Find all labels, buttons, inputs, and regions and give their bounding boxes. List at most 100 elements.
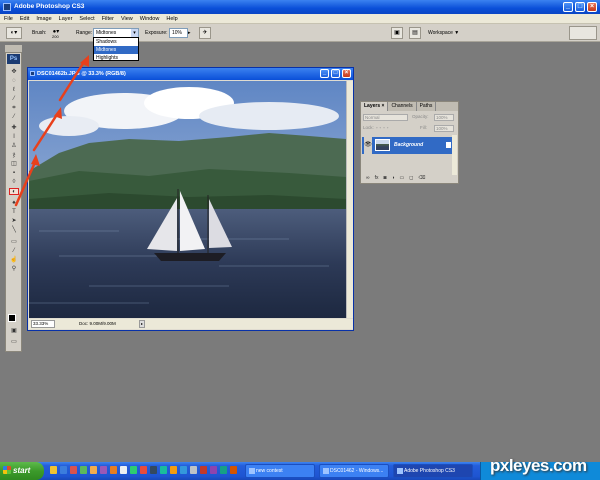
workspace-menu[interactable]: Workspace ▼ <box>428 24 459 42</box>
gradient-tool-icon[interactable]: ▪ <box>9 170 19 177</box>
tab-paths[interactable]: Paths <box>417 102 437 111</box>
quicklaunch-app-icon-3[interactable] <box>90 466 97 474</box>
menu-file[interactable]: File <box>4 14 13 23</box>
vertical-scrollbar[interactable] <box>346 81 353 318</box>
minimize-button[interactable]: _ <box>563 2 573 12</box>
blur-tool-icon[interactable]: ◊ <box>9 179 19 186</box>
quicklaunch-app-icon-17[interactable] <box>230 466 237 474</box>
foreground-color-swatch[interactable] <box>8 314 16 322</box>
dodge-tool-icon[interactable]: ◐▾ <box>6 27 22 39</box>
status-menu-arrow-icon[interactable]: ▸ <box>139 320 145 328</box>
marquee-tool-icon[interactable]: ◌ <box>9 78 19 85</box>
tab-channels[interactable]: Channels <box>388 102 417 111</box>
menu-help[interactable]: Help <box>166 14 177 23</box>
brush-tool-icon[interactable]: ǀ <box>9 134 19 141</box>
range-option-midtones[interactable]: Midtones <box>94 46 138 54</box>
screen-mode-icon[interactable]: ▭ <box>9 339 19 346</box>
quicklaunch-app-icon[interactable] <box>70 466 77 474</box>
close-button[interactable]: × <box>587 2 597 12</box>
quicklaunch-app-icon-12[interactable] <box>180 466 187 474</box>
quicklaunch-app-icon-14[interactable] <box>200 466 207 474</box>
quick-mask-icon[interactable]: ▣ <box>9 328 19 335</box>
layer-row-background[interactable]: 👁 Background <box>362 137 454 154</box>
doc-maximize-button[interactable]: □ <box>331 69 340 78</box>
quicklaunch-app-icon-6[interactable] <box>120 466 127 474</box>
path-selection-icon[interactable]: ➤ <box>9 218 19 225</box>
start-button[interactable]: start <box>0 462 44 480</box>
tab-layers[interactable]: Layers × <box>361 102 389 111</box>
quicklaunch-ie-icon[interactable] <box>60 466 67 474</box>
trash-icon[interactable]: ⌫ <box>418 174 425 183</box>
eraser-icon[interactable]: ◫ <box>9 161 19 168</box>
range-dropdown-list: Shadows Midtones Highlights <box>93 37 139 61</box>
type-tool-icon[interactable]: T <box>9 209 19 216</box>
zoom-field[interactable]: 33.33% <box>31 320 55 328</box>
document-title-bar[interactable]: DSC01462b.JPG @ 33.3% (RGB/8) _ □ × <box>28 68 353 80</box>
shape-tool-icon[interactable]: ╲ <box>9 227 19 234</box>
palette-well[interactable] <box>569 26 597 40</box>
quicklaunch-app-icon-15[interactable] <box>210 466 217 474</box>
hand-tool-icon[interactable]: ☝ <box>9 257 19 264</box>
task-windows-picture[interactable]: DSC01462 - Windows... <box>319 464 389 478</box>
lock-icons[interactable]: ▫▫▫▫ <box>376 125 390 130</box>
image-canvas[interactable] <box>29 81 346 318</box>
menu-window[interactable]: Window <box>140 14 160 23</box>
history-brush-icon[interactable]: ჯ <box>9 152 19 159</box>
magic-wand-icon[interactable]: ⁄ <box>9 96 19 103</box>
dodge-tool-button[interactable]: ◐ <box>9 188 19 195</box>
maximize-button[interactable]: □ <box>575 2 585 12</box>
doc-close-button[interactable]: × <box>342 69 351 78</box>
move-tool-icon[interactable]: ✥ <box>9 69 19 76</box>
workspace-icon[interactable]: ▤ <box>409 27 421 39</box>
tools-palette-header[interactable] <box>5 45 22 52</box>
notes-tool-icon[interactable]: ▭ <box>9 239 19 246</box>
quicklaunch-folder-icon[interactable] <box>50 466 57 474</box>
quicklaunch-app-icon-2[interactable] <box>80 466 87 474</box>
airbrush-icon[interactable]: ✈ <box>199 27 211 39</box>
eyedropper-icon[interactable]: ⁄ <box>9 248 19 255</box>
menu-filter[interactable]: Filter <box>102 14 114 23</box>
quicklaunch-app-icon-9[interactable] <box>150 466 157 474</box>
document-size: Doc: 9.00M/9.00M <box>79 321 116 326</box>
menu-edit[interactable]: Edit <box>20 14 29 23</box>
folder-icon[interactable]: ▭ <box>400 174 405 183</box>
link-icon[interactable]: ∞ <box>366 174 370 183</box>
quicklaunch-app-icon-8[interactable] <box>140 466 147 474</box>
eye-icon[interactable]: 👁 <box>364 137 372 154</box>
adjustment-icon[interactable]: ◑ <box>392 174 395 183</box>
quicklaunch-app-icon-13[interactable] <box>190 466 197 474</box>
menu-view[interactable]: View <box>121 14 133 23</box>
task-new-contest[interactable]: new contest <box>245 464 315 478</box>
pen-tool-icon[interactable]: ♠ <box>9 200 19 207</box>
fill-field[interactable]: 100% <box>434 125 454 132</box>
new-layer-icon[interactable]: ◻ <box>409 174 413 183</box>
exposure-field[interactable]: 10% <box>169 28 188 38</box>
quicklaunch-app-icon-10[interactable] <box>160 466 167 474</box>
mask-icon[interactable]: ◙ <box>383 174 386 183</box>
file-browser-icon[interactable]: ▣ <box>391 27 403 39</box>
zoom-tool-icon[interactable]: ⚲ <box>9 266 19 273</box>
document-status-bar: 33.33% Doc: 9.00M/9.00M ▸ <box>29 319 353 329</box>
menu-select[interactable]: Select <box>79 14 94 23</box>
fx-icon[interactable]: fx <box>375 174 379 183</box>
slice-tool-icon[interactable]: ⁄ <box>9 114 19 121</box>
clone-stamp-icon[interactable]: ♙ <box>9 143 19 150</box>
task-photoshop[interactable]: Adobe Photoshop CS3 <box>393 464 473 478</box>
quicklaunch-app-icon-7[interactable] <box>130 466 137 474</box>
range-option-highlights[interactable]: Highlights <box>94 54 138 62</box>
quicklaunch-app-icon-5[interactable] <box>110 466 117 474</box>
exposure-arrow-icon[interactable]: ▸ <box>188 28 191 38</box>
blend-mode-select[interactable]: Normal <box>363 114 408 121</box>
quicklaunch-app-icon-4[interactable] <box>100 466 107 474</box>
menu-layer[interactable]: Layer <box>59 14 73 23</box>
lasso-tool-icon[interactable]: ℓ <box>9 87 19 94</box>
menu-image[interactable]: Image <box>36 14 51 23</box>
range-option-shadows[interactable]: Shadows <box>94 38 138 46</box>
quicklaunch-app-icon-16[interactable] <box>220 466 227 474</box>
doc-minimize-button[interactable]: _ <box>320 69 329 78</box>
opacity-field[interactable]: 100% <box>434 114 454 121</box>
layers-scrollbar[interactable] <box>452 135 457 175</box>
quicklaunch-app-icon-11[interactable] <box>170 466 177 474</box>
healing-brush-icon[interactable]: ✚ <box>9 125 19 132</box>
crop-tool-icon[interactable]: ⌗ <box>9 105 19 112</box>
